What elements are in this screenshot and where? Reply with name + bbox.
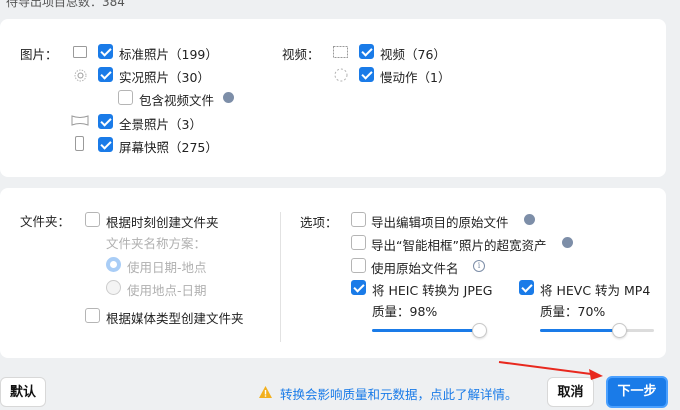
folder-naming-scheme-label: 文件夹名称方案： [106, 236, 207, 251]
export-options-panel: 文件夹： 根据时刻创建文件夹 文件夹名称方案： 使用日期-地点 使用地点-日期 … [0, 188, 666, 358]
live-photo-icon [74, 69, 87, 82]
panel-divider [280, 212, 281, 342]
date-place-radio[interactable] [106, 257, 121, 272]
hevc-quality-label: 质量：70% [540, 304, 606, 319]
info-icon[interactable] [524, 214, 535, 225]
export-original-edited-label: 导出编辑项目的原始文件 [371, 215, 509, 230]
slow-motion-checkbox[interactable] [359, 67, 374, 82]
use-original-filename-label: 使用原始文件名 [371, 261, 459, 276]
conversion-warning-link[interactable]: 转换会影响质量和元数据，点此了解详情。 [280, 384, 518, 403]
videos-section-label: 视频： [282, 47, 320, 62]
create-folder-by-time-checkbox[interactable] [85, 212, 100, 227]
videos-checkbox[interactable] [359, 44, 374, 59]
export-original-edited-checkbox[interactable] [351, 212, 366, 227]
photos-section-label: 图片： [20, 47, 58, 62]
film-icon [333, 46, 348, 58]
live-photos-checkbox[interactable] [98, 67, 113, 82]
hevc-to-mp4-checkbox[interactable] [519, 280, 534, 295]
videos-label: 视频（76） [380, 47, 446, 62]
use-original-filename-checkbox[interactable] [351, 258, 366, 273]
create-folder-by-media-type-label: 根据媒体类型创建文件夹 [106, 311, 244, 326]
standard-photos-label: 标准照片（199） [119, 47, 218, 62]
heic-quality-slider-knob[interactable] [472, 323, 487, 338]
create-folder-by-media-type-checkbox[interactable] [85, 308, 100, 323]
hevc-quality-slider[interactable] [540, 323, 654, 338]
heic-to-jpeg-label: 将 HEIC 转换为 JPEG [372, 283, 493, 298]
slow-motion-label: 慢动作（1） [380, 70, 451, 85]
photo-frame-icon [73, 46, 87, 58]
media-types-panel: 图片： 标准照片（199） 实况照片（30） 包含视频文件 全景照片（3） 屏幕… [0, 19, 666, 177]
hevc-to-mp4-label: 将 HEVC 转为 MP4 [540, 283, 651, 298]
hevc-quality-slider-knob[interactable] [612, 323, 627, 338]
screenshots-label: 屏幕快照（275） [119, 140, 218, 155]
include-video-files-label: 包含视频文件 [139, 93, 215, 108]
date-place-label: 使用日期-地点 [127, 260, 207, 275]
next-button[interactable]: 下一步 [606, 376, 668, 408]
info-circle-icon[interactable]: i [473, 260, 485, 272]
screenshots-checkbox[interactable] [98, 137, 113, 152]
info-icon[interactable] [562, 237, 573, 248]
slow-motion-icon [334, 68, 348, 82]
hevc-quality-slider-fill [540, 329, 620, 332]
export-ultrawide-checkbox[interactable] [351, 235, 366, 250]
options-section-label: 选项： [300, 215, 338, 230]
live-photos-label: 实况照片（30） [119, 70, 210, 85]
heic-quality-slider[interactable] [372, 323, 487, 338]
phone-screenshot-icon [75, 136, 84, 151]
place-date-radio[interactable] [106, 280, 121, 295]
heic-to-jpeg-checkbox[interactable] [351, 280, 366, 295]
folder-section-label: 文件夹： [20, 214, 71, 229]
red-arrow-annotation [498, 361, 603, 380]
info-icon[interactable] [223, 92, 234, 103]
panorama-photos-label: 全景照片（3） [119, 117, 202, 132]
standard-photos-checkbox[interactable] [98, 44, 113, 59]
create-folder-by-time-label: 根据时刻创建文件夹 [106, 215, 219, 230]
panorama-photos-checkbox[interactable] [98, 114, 113, 129]
export-total-count: 待导出项目总数：384 [6, 0, 125, 9]
place-date-label: 使用地点-日期 [127, 283, 207, 298]
heic-quality-slider-fill [372, 329, 480, 332]
heic-quality-label: 质量：98% [372, 304, 438, 319]
default-button[interactable]: 默认 [0, 377, 46, 407]
include-video-files-checkbox[interactable] [118, 90, 133, 105]
panorama-icon [71, 115, 89, 126]
export-ultrawide-label: 导出“智能相框”照片的超宽资产 [371, 238, 547, 253]
warning-icon [259, 386, 272, 398]
